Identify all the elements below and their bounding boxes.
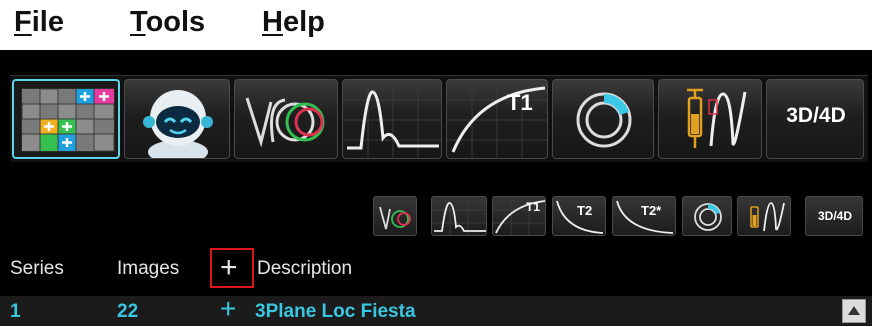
ai-assistant-button[interactable] [124,79,230,159]
ring-small-icon [694,203,722,231]
series-number: 1 [10,301,21,322]
t2-button[interactable]: T2 [552,196,606,236]
image-grid-icon [21,88,115,152]
column-series[interactable]: Series [10,258,64,280]
function-analysis-icon [245,97,325,148]
menu-help[interactable]: Help [262,6,325,39]
flow-curve-small-icon [432,197,486,235]
perfusion-icon [687,88,747,148]
t1-small-label: T1 [526,200,541,214]
main-toolbar: T1 3D/4D [10,75,868,162]
application-area: T1 3D/4D T1 T2 T2* 3D/4D Series Images +… [0,50,872,326]
perfusion-small-button[interactable] [737,196,791,236]
row-add-icon[interactable]: + [220,293,236,325]
t1-small-button[interactable]: T1 [492,196,546,236]
menu-tools[interactable]: Tools [130,6,205,39]
flow-analysis-button[interactable] [342,79,442,159]
secondary-toolbar: T1 T2 T2* 3D/4D [0,186,872,248]
image-count: 22 [117,301,139,322]
column-description[interactable]: Description [257,258,352,280]
t2star-label: T2* [641,203,662,218]
3d-4d-small-label: 3D/4D [817,209,852,223]
t1-mapping-button[interactable]: T1 [446,79,548,159]
scroll-up-button[interactable] [842,299,866,323]
function-analysis-small-button[interactable] [373,196,417,236]
function-analysis-small-icon [379,206,411,230]
ring-icon [576,92,632,148]
t1-curve-icon [447,80,547,158]
myocardial-evaluation-button[interactable] [552,79,654,159]
t2-label: T2 [577,203,593,218]
3d-4d-viewer-button[interactable]: 3D/4D [766,79,864,159]
perfusion-analysis-button[interactable] [658,79,762,159]
function-analysis-button[interactable] [234,79,338,159]
series-table-header: Series Images + Description [0,248,872,290]
table-row[interactable]: 1 22 + 3Plane Loc Fiesta [0,293,872,326]
flow-analysis-small-button[interactable] [431,196,487,236]
3d-4d-label: 3D/4D [786,104,846,127]
perfusion-small-icon [750,202,785,232]
robot-icon [143,90,213,158]
flow-curve-icon [343,80,441,158]
series-description: 3Plane Loc Fiesta [255,301,416,322]
image-viewer-button[interactable] [12,79,120,159]
menu-file[interactable]: File [14,6,64,39]
t2star-button[interactable]: T2* [612,196,676,236]
menu-bar: File Tools Help [0,0,872,50]
myocardial-evaluation-small-button[interactable] [682,196,732,236]
column-images[interactable]: Images [117,258,179,280]
add-series-button[interactable]: + [220,251,238,285]
scroll-up-arrow-icon [848,306,860,315]
t1-label: T1 [507,90,533,115]
3d-4d-small-button[interactable]: 3D/4D [805,196,863,236]
